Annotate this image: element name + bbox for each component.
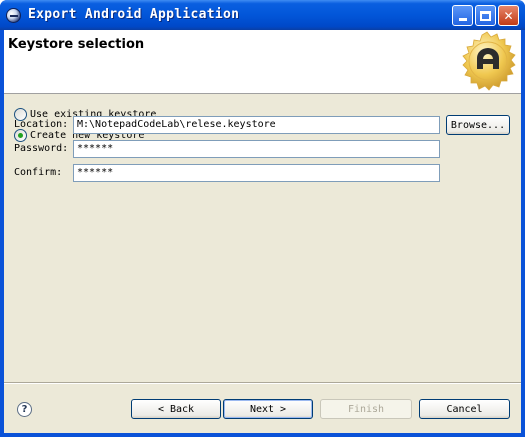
password-input[interactable]: ****** [73,140,440,158]
title-bar[interactable]: Export Android Application ✕ [0,0,525,30]
location-input[interactable]: M:\NotepadCodeLab\relese.keystore [73,116,440,134]
eclipse-icon [6,8,21,23]
help-icon[interactable]: ? [17,402,32,417]
export-dialog-window: Export Android Application ✕ Keystore se… [0,0,525,437]
page-title: Keystore selection [8,37,145,52]
close-button[interactable]: ✕ [498,5,519,26]
browse-button[interactable]: Browse... [446,115,510,135]
next-button[interactable]: Next > [223,399,313,419]
close-icon: ✕ [503,8,514,23]
password-label: Password: [14,143,69,154]
maximize-button[interactable] [475,5,496,26]
minimize-button[interactable] [452,5,473,26]
dialog-body: Keystore selection Use existing keystore [4,30,521,433]
android-seal-icon [462,31,516,91]
window-title: Export Android Application [28,7,240,22]
back-button[interactable]: < Back [131,399,221,419]
create-new-radio[interactable] [14,128,27,142]
location-label: Location: [14,119,69,130]
wizard-banner: Keystore selection [4,30,521,94]
cancel-button[interactable]: Cancel [419,399,510,419]
minimize-icon [458,18,467,21]
footer-separator [4,382,521,384]
confirm-label: Confirm: [14,167,63,178]
confirm-input[interactable]: ****** [73,164,440,182]
finish-button[interactable]: Finish [320,399,412,419]
maximize-icon [480,10,491,21]
